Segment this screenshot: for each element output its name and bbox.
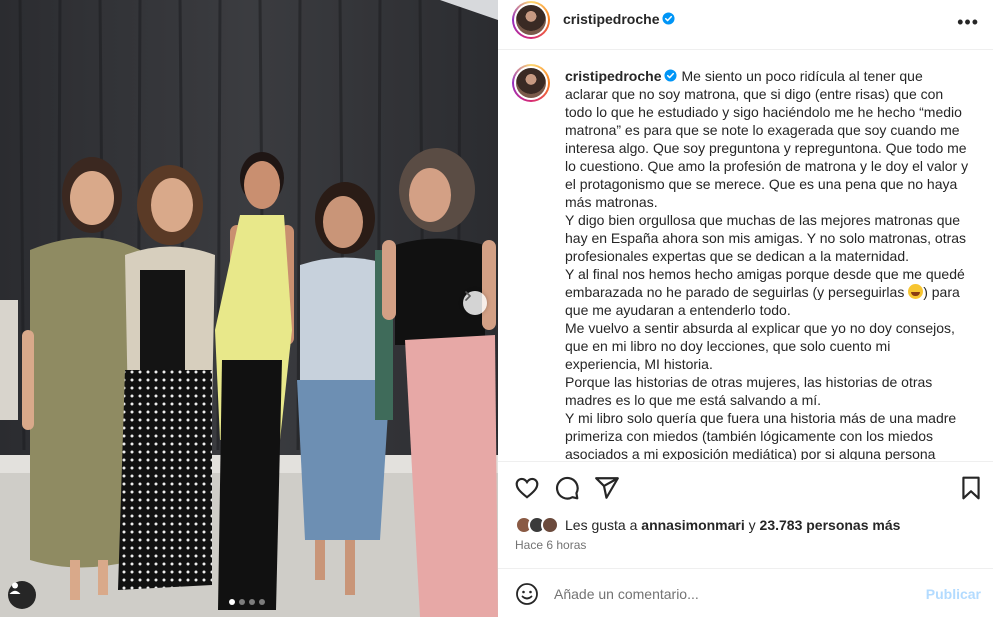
verified-badge-icon xyxy=(662,12,676,25)
caption-paragraph: Y digo bien orgullosa que muchas de las … xyxy=(565,212,967,264)
likes-text: Les gusta a annasimonmari y 23.783 perso… xyxy=(565,517,901,533)
avatar[interactable] xyxy=(512,1,550,39)
bookmark-icon[interactable] xyxy=(958,475,984,501)
caption-username[interactable]: cristipedroche xyxy=(565,68,678,84)
caption-paragraph: Me vuelvo a sentir absurda al explicar q… xyxy=(565,320,955,372)
heart-icon[interactable] xyxy=(514,475,540,501)
chevron-right-icon xyxy=(465,291,471,301)
avatar-image xyxy=(516,5,546,35)
post-comment-button[interactable]: Publicar xyxy=(926,586,981,602)
share-icon[interactable] xyxy=(594,475,620,501)
caption-paragraph: Y mi libro solo quería que fuera una his… xyxy=(565,410,957,460)
carousel-dots xyxy=(229,599,265,605)
caption-section: cristipedroche Me siento un poco ridícula… xyxy=(498,51,993,460)
post-details-panel: cristipedroche ••• cristipedroche Me sien… xyxy=(498,0,993,617)
caption-avatar[interactable] xyxy=(512,64,550,102)
likes-summary: Les gusta a annasimonmari y 23.783 perso… xyxy=(515,514,900,536)
post-timestamp[interactable]: Hace 6 horas xyxy=(515,538,586,552)
carousel-dot xyxy=(249,599,255,605)
photo-illustration xyxy=(0,0,498,617)
liker-avatars[interactable] xyxy=(515,516,559,534)
caption-text: cristipedroche Me siento un poco ridícula… xyxy=(565,67,969,460)
laughing-emoji-icon xyxy=(908,284,924,299)
verified-badge-icon xyxy=(664,69,678,82)
caption-paragraph: Y al final nos hemos hecho amigas porque… xyxy=(565,266,965,318)
user-tag-icon xyxy=(9,582,21,594)
more-options-button[interactable]: ••• xyxy=(957,12,979,33)
comment-bar: Publicar xyxy=(498,568,993,617)
action-bar xyxy=(498,462,993,512)
tagged-users-button[interactable] xyxy=(8,581,36,609)
post-photo[interactable] xyxy=(0,0,498,617)
likes-count-link[interactable]: 23.783 personas más xyxy=(760,517,901,533)
caption-paragraph: Porque las historias de otras mujeres, l… xyxy=(565,374,933,408)
post-header: cristipedroche ••• xyxy=(498,0,993,50)
avatar-image xyxy=(516,68,546,98)
next-slide-button[interactable] xyxy=(463,291,487,315)
liker-username[interactable]: annasimonmari xyxy=(641,517,744,533)
comment-icon[interactable] xyxy=(554,475,580,501)
header-username[interactable]: cristipedroche xyxy=(563,11,676,27)
carousel-dot xyxy=(239,599,245,605)
avatar xyxy=(541,516,559,534)
comment-input[interactable] xyxy=(554,582,914,606)
caption-paragraph: cristipedroche Me siento un poco ridícula… xyxy=(565,68,969,210)
carousel-dot xyxy=(259,599,265,605)
emoji-icon[interactable] xyxy=(515,582,539,606)
carousel-dot-active xyxy=(229,599,235,605)
